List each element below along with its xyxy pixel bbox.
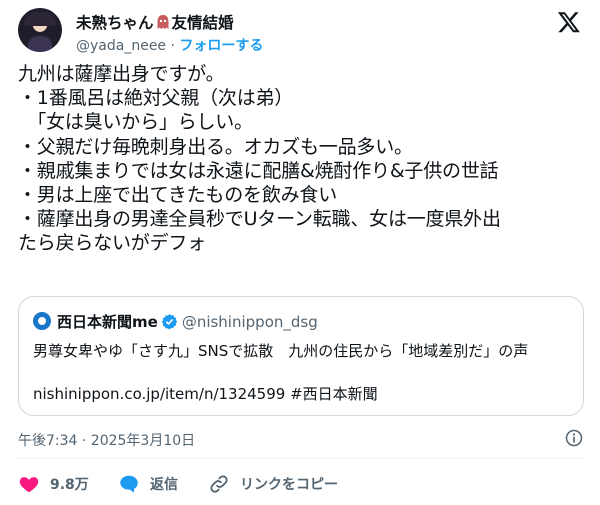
card-source-handle: @nishinippon_dsg xyxy=(181,313,318,331)
card-source-name: 西日本新聞me xyxy=(57,313,158,331)
display-name-text: 未熟ちゃん xyxy=(76,14,154,32)
handle-row: @yada_neee · フォローする xyxy=(76,35,263,55)
ghost-emoji-icon xyxy=(157,15,169,29)
tweet-line: たら戻らないがデフォ xyxy=(18,232,207,255)
card-header: 西日本新聞me @nishinippon_dsg xyxy=(33,311,318,332)
divider xyxy=(18,458,586,459)
x-logo-icon[interactable] xyxy=(556,10,582,34)
tweet-timestamp[interactable]: 午後7:34 · 2025年3月10日 xyxy=(18,430,195,450)
info-icon[interactable] xyxy=(564,428,584,448)
copy-link-label: リンクをコピー xyxy=(240,477,338,493)
tweet-line: ・親戚集まりでは女は永遠に配膳&焼酎作り&子供の世話 xyxy=(18,159,499,182)
reply-label: 返信 xyxy=(150,477,178,493)
follow-button[interactable]: フォローする xyxy=(179,38,263,54)
tweet-line: 「女は臭いから」らしい。 xyxy=(18,111,253,134)
display-name-suffix: 友情結婚 xyxy=(171,14,234,32)
verified-icon xyxy=(161,313,177,330)
quoted-link-card[interactable]: 西日本新聞me @nishinippon_dsg 男尊女卑やゆ「さす九」SNSで拡… xyxy=(18,296,584,416)
handle[interactable]: @yada_neee xyxy=(76,38,166,54)
like-button[interactable]: 9.8万 xyxy=(18,472,89,496)
like-count: 9.8万 xyxy=(50,477,89,493)
tweet-line: ・父親だけ毎晩刺身出る。オカズも一品多い。 xyxy=(18,135,413,158)
avatar[interactable] xyxy=(18,8,62,52)
source-logo-icon xyxy=(33,312,51,330)
heart-icon xyxy=(19,477,39,493)
reply-icon xyxy=(120,475,138,493)
copy-link-button[interactable]: リンクをコピー xyxy=(208,472,338,496)
display-name[interactable]: 未熟ちゃん 友情結婚 xyxy=(76,11,234,33)
reply-button[interactable]: 返信 xyxy=(118,472,178,496)
tweet-header: 未熟ちゃん 友情結婚 @yada_neee · フォローする xyxy=(18,8,586,54)
link-icon xyxy=(210,475,228,493)
tweet-line: ・1番風呂は絶対父親（次は弟） xyxy=(18,87,294,110)
card-link[interactable]: nishinippon.co.jp/item/n/1324599 #西日本新聞 xyxy=(33,383,378,404)
handle-separator: · xyxy=(170,38,175,54)
tweet-line: 九州は薩摩出身ですが。 xyxy=(18,63,225,85)
tweet-line: ・薩摩出身の男達全員秒でUターン転職、女は一度県外出 xyxy=(18,208,501,231)
tweet-text: 九州は薩摩出身ですが。 ・1番風呂は絶対父親（次は弟） 「女は臭いから」らしい。… xyxy=(18,62,590,256)
tweet-line: ・男は上座で出てきたものを飲み食い xyxy=(18,184,338,207)
card-body-text: 男尊女卑やゆ「さす九」SNSで拡散 九州の住民から「地域差別だ」の声 xyxy=(33,342,529,360)
